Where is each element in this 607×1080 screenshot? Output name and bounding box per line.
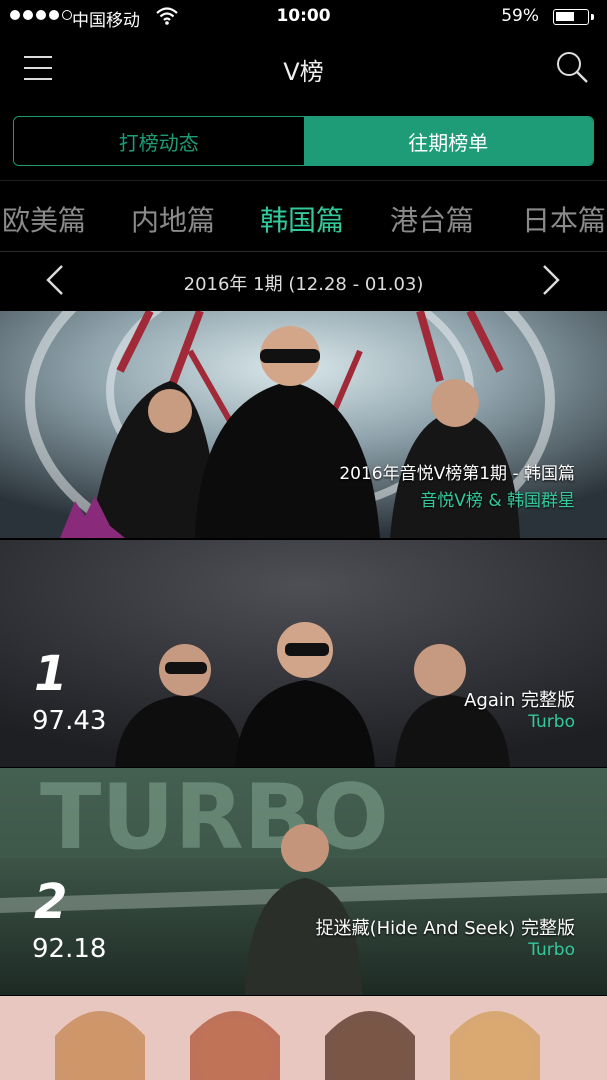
status-bar: 中国移动 10:00 59% — [0, 0, 607, 34]
period-selector: 2016年 1期 (12.28 - 01.03) — [0, 252, 607, 310]
page-title: V榜 — [283, 58, 324, 86]
song-title: 捉迷藏(Hide And Seek) 完整版 — [315, 918, 575, 939]
tab-chart-updates[interactable]: 打榜动态 — [14, 117, 304, 165]
video-thumbnail — [0, 996, 607, 1080]
region-tab-mainland[interactable]: 内地篇 — [131, 199, 215, 239]
banner-title: 2016年音悦V榜第1期 - 韩国篇 — [339, 464, 575, 484]
banner-subtitle: 音悦V榜 & 韩国群星 — [420, 491, 575, 511]
region-tabs: 欧美篇 内地篇 韩国篇 港台篇 日本篇 — [0, 180, 607, 252]
segmented-control: 打榜动态 往期榜单 — [13, 116, 594, 166]
song-artist: Turbo — [528, 940, 575, 960]
song-title: Again 完整版 — [464, 690, 575, 711]
chevron-right-icon[interactable] — [536, 262, 566, 298]
rank-score: 97.43 — [32, 706, 107, 736]
battery-percentage: 59% — [501, 6, 539, 26]
svg-text:TURBO: TURBO — [40, 768, 389, 870]
region-tab-hk-tw[interactable]: 港台篇 — [390, 199, 474, 239]
search-icon[interactable] — [555, 50, 589, 84]
region-tab-japan[interactable]: 日本篇 — [522, 199, 606, 239]
chart-item-2[interactable]: TURBO 2 92.18 捉迷藏(Hide And Seek) 完整版 Tur… — [0, 768, 607, 995]
rank-number: 2 — [34, 874, 68, 930]
rank-score: 92.18 — [32, 934, 107, 964]
tab-past-charts[interactable]: 往期榜单 — [303, 117, 593, 165]
battery-icon — [553, 9, 589, 25]
featured-banner[interactable]: 2016年音悦V榜第1期 - 韩国篇 音悦V榜 & 韩国群星 — [0, 311, 607, 538]
chart-item-1[interactable]: 1 97.43 Again 完整版 Turbo — [0, 540, 607, 767]
period-label: 2016年 1期 (12.28 - 01.03) — [183, 274, 424, 295]
region-tab-western[interactable]: 欧美篇 — [2, 199, 86, 239]
song-artist: Turbo — [528, 712, 575, 732]
chart-item-3[interactable] — [0, 996, 607, 1080]
region-tab-korea[interactable]: 韩国篇 — [260, 199, 344, 239]
nav-bar: V榜 — [0, 34, 607, 104]
rank-number: 1 — [34, 646, 68, 702]
